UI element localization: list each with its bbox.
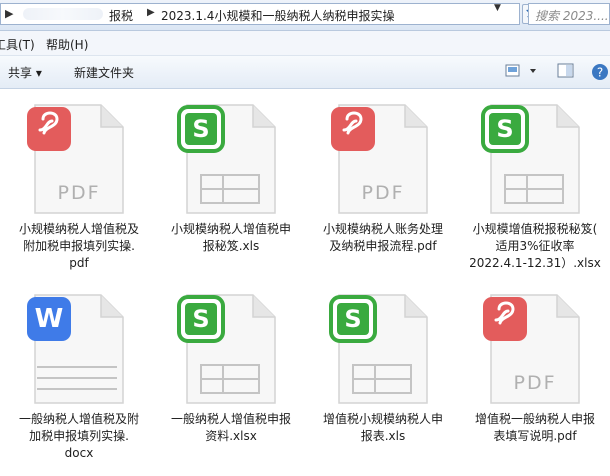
- file-name: 一般纳税人增值税申报 资料.xlsx: [154, 411, 308, 445]
- view-icon: [505, 64, 536, 77]
- file-item[interactable]: S 增值税小规模纳税人申 报表.xls: [306, 287, 460, 445]
- view-options-button[interactable]: [504, 62, 540, 83]
- file-name-line: 表填写说明.pdf: [493, 429, 577, 443]
- file-name-line: 报秘笈.xls: [202, 239, 260, 253]
- search-input[interactable]: 搜索 2023....: [528, 3, 610, 25]
- share-button[interactable]: 共享 ▾: [8, 64, 42, 81]
- file-item[interactable]: PDF 增值税一般纳税人申报 表填写说明.pdf: [458, 287, 610, 445]
- file-item[interactable]: PDF 小规模纳税人账务处理 及纳税申报流程.pdf: [306, 97, 460, 255]
- wps-pdf-icon: PDF: [27, 104, 124, 214]
- preview-pane-button[interactable]: [556, 62, 576, 83]
- file-name-line: 小规模纳税人增值税及: [18, 222, 139, 236]
- menu-help[interactable]: 帮助(H): [46, 36, 88, 53]
- file-name-line: 一般纳税人增值税及附: [18, 412, 139, 426]
- wps-pdf-icon: PDF: [331, 104, 428, 214]
- file-item[interactable]: W 一般纳税人增值税及附 加税申报填列实操. docx: [2, 287, 156, 462]
- file-name: 增值税小规模纳税人申 报表.xls: [306, 411, 460, 445]
- file-item[interactable]: PDF 小规模纳税人增值税及 附加税申报填列实操. pdf: [2, 97, 156, 272]
- file-list: PDF 小规模纳税人增值税及 附加税申报填列实操. pdf S 小规模纳税人增值税申…: [0, 89, 610, 476]
- menu-tools[interactable]: 工具(T): [0, 36, 35, 53]
- file-name-line: 适用3%征收率: [495, 239, 575, 253]
- file-name-line: 增值税一般纳税人申报: [474, 412, 595, 426]
- help-icon: ?: [592, 64, 608, 80]
- svg-text:PDF: PDF: [361, 182, 404, 204]
- file-name-line: 附加税申报填列实操.: [23, 239, 135, 253]
- svg-text:PDF: PDF: [57, 182, 100, 204]
- svg-text:S: S: [192, 115, 209, 143]
- blurred-path: [23, 8, 103, 20]
- file-name-line: 小规模增值税报税秘笈(: [472, 222, 598, 236]
- breadcrumb-arrow-icon[interactable]: ▶: [5, 7, 13, 20]
- file-name-line: pdf: [69, 256, 89, 270]
- svg-text:W: W: [35, 304, 64, 334]
- command-bar: 共享 ▾ 新建文件夹 ?: [0, 56, 610, 89]
- preview-pane-icon: [557, 63, 574, 78]
- file-item[interactable]: S 小规模纳税人增值税申 报秘笈.xls: [154, 97, 308, 255]
- svg-text:S: S: [344, 305, 361, 333]
- file-name-line: 小规模纳税人账务处理: [322, 222, 443, 236]
- file-name-line: 小规模纳税人增值税申: [170, 222, 291, 236]
- file-name: 一般纳税人增值税及附 加税申报填列实操. docx: [2, 411, 156, 462]
- svg-text:?: ?: [597, 66, 603, 80]
- file-name-line: 2022.4.1-12.31）.xlsx: [469, 256, 601, 270]
- menu-bar: 工具(T) 帮助(H): [0, 31, 610, 56]
- file-name: 小规模增值税报税秘笈( 适用3%征收率 2022.4.1-12.31）.xlsx: [458, 221, 610, 272]
- svg-text:PDF: PDF: [513, 372, 556, 394]
- wps-sheet-icon: S: [481, 104, 580, 214]
- breadcrumb-segment-1[interactable]: 报税: [109, 7, 133, 24]
- breadcrumb-separator-icon[interactable]: ▶: [147, 7, 155, 18]
- wps-sheet-icon: S: [177, 104, 276, 214]
- file-name: 小规模纳税人增值税申 报秘笈.xls: [154, 221, 308, 255]
- file-name-line: 报表.xls: [360, 429, 406, 443]
- file-name-line: 及纳税申报流程.pdf: [329, 239, 437, 253]
- file-name-line: 增值税小规模纳税人申: [322, 412, 443, 426]
- address-row: ▶ 报税 ▶ 2023.1.4小规模和一般纳税人纳税申报实操 ▼ 搜索 2023…: [0, 0, 610, 31]
- address-dropdown-icon[interactable]: ▼: [494, 3, 501, 13]
- file-name: 增值税一般纳税人申报 表填写说明.pdf: [458, 411, 610, 445]
- wps-sheet-icon: S: [177, 294, 276, 404]
- file-name-line: 一般纳税人增值税申报: [170, 412, 291, 426]
- search-placeholder: 搜索 2023....: [535, 9, 609, 23]
- file-item[interactable]: S 一般纳税人增值税申报 资料.xlsx: [154, 287, 308, 445]
- file-item[interactable]: S 小规模增值税报税秘笈( 适用3%征收率 2022.4.1-12.31）.xlsx: [458, 97, 610, 272]
- wps-pdf-icon: PDF: [483, 294, 580, 404]
- help-button[interactable]: ?: [590, 62, 610, 85]
- breadcrumb-segment-2[interactable]: 2023.1.4小规模和一般纳税人纳税申报实操: [161, 7, 394, 24]
- wps-writer-icon: W: [27, 294, 124, 404]
- svg-text:S: S: [496, 115, 513, 143]
- address-bar[interactable]: ▶ 报税 ▶ 2023.1.4小规模和一般纳税人纳税申报实操: [0, 3, 520, 25]
- wps-sheet-icon: S: [329, 294, 428, 404]
- file-name-line: 资料.xlsx: [205, 429, 257, 443]
- file-name-line: docx: [64, 446, 94, 460]
- file-name: 小规模纳税人增值税及 附加税申报填列实操. pdf: [2, 221, 156, 272]
- new-folder-button[interactable]: 新建文件夹: [74, 64, 134, 81]
- svg-text:S: S: [192, 305, 209, 333]
- file-name-line: 加税申报填列实操.: [29, 429, 129, 443]
- file-name: 小规模纳税人账务处理 及纳税申报流程.pdf: [306, 221, 460, 255]
